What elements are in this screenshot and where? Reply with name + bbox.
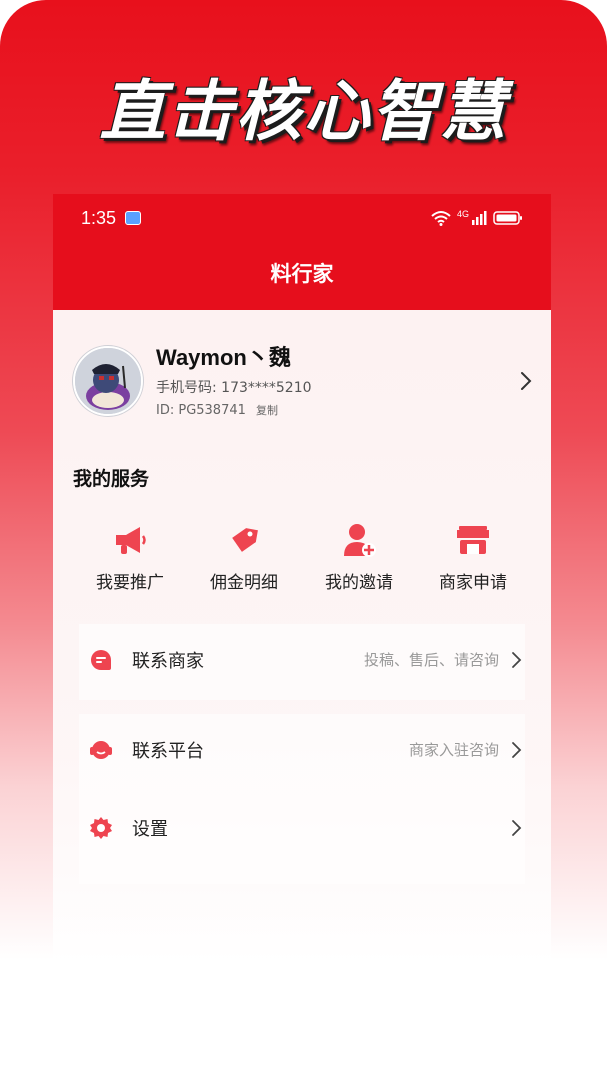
chevron-right-icon	[512, 742, 522, 758]
service-commission[interactable]: 佣金明细	[187, 520, 301, 600]
service-invite[interactable]: 我的邀请	[302, 520, 416, 600]
services-title: 我的服务	[73, 468, 150, 490]
menu-label: 设置	[132, 819, 168, 840]
user-id-value: ID: PG538741	[156, 403, 246, 418]
copy-id-button[interactable]: 复制	[256, 404, 278, 417]
chevron-right-icon	[512, 820, 522, 836]
menu-hint: 投稿、售后、请咨询	[363, 651, 499, 669]
headset-icon	[90, 741, 112, 759]
username: Waymon丶魏	[156, 345, 291, 370]
user-id: ID: PG538741 复制	[156, 402, 278, 418]
services-grid: 我要推广 佣金明细 我的邀请 商家申请	[73, 520, 531, 600]
chevron-right-icon[interactable]	[519, 370, 533, 392]
service-merchant-apply[interactable]: 商家申请	[416, 520, 530, 600]
network-type: 4G	[456, 209, 469, 219]
menu-item-settings[interactable]: 设置	[79, 800, 525, 856]
service-promote[interactable]: 我要推广	[73, 520, 187, 600]
app-title: 料行家	[270, 262, 334, 286]
menu-item-contact-platform[interactable]: 联系平台 商家入驻咨询	[79, 722, 525, 778]
profile-card[interactable]: Waymon丶魏 手机号码: 173****5210 ID: PG538741 …	[73, 344, 533, 424]
battery-icon	[493, 211, 522, 225]
avatar-image	[75, 348, 141, 414]
status-time: 1:35	[81, 208, 117, 228]
tag-icon	[232, 528, 258, 552]
phone-number: 手机号码: 173****5210	[156, 380, 312, 396]
message-notification-icon	[125, 211, 141, 225]
add-user-icon	[344, 524, 376, 557]
promo-headline: 直击核心智慧	[99, 73, 508, 150]
service-label: 商家申请	[439, 573, 507, 593]
menu-card-settings: 联系平台 商家入驻咨询 设置	[79, 714, 525, 884]
app-header: 1:35 4G 料行家	[53, 194, 551, 310]
service-label: 我的邀请	[325, 573, 393, 593]
chat-icon	[91, 650, 111, 670]
shop-icon	[457, 526, 489, 554]
menu-label: 联系平台	[132, 741, 204, 762]
gear-icon	[90, 817, 112, 839]
chevron-right-icon	[512, 652, 522, 668]
avatar[interactable]	[73, 346, 143, 416]
megaphone-icon	[116, 527, 146, 554]
menu-hint: 商家入驻咨询	[408, 741, 499, 759]
service-label: 我要推广	[96, 573, 164, 593]
wifi-icon	[431, 211, 451, 226]
status-icons: 4G	[431, 207, 523, 229]
menu-item-contact-merchant[interactable]: 联系商家 投稿、售后、请咨询	[79, 632, 525, 688]
phone-screen: 1:35 4G 料行家 Waymon丶魏 手机号码: 173****5210 I…	[53, 194, 551, 964]
menu-card-contact-merchant: 联系商家 投稿、售后、请咨询	[79, 624, 525, 700]
signal-icon	[472, 211, 487, 225]
service-label: 佣金明细	[210, 573, 278, 593]
menu-label: 联系商家	[132, 651, 204, 672]
